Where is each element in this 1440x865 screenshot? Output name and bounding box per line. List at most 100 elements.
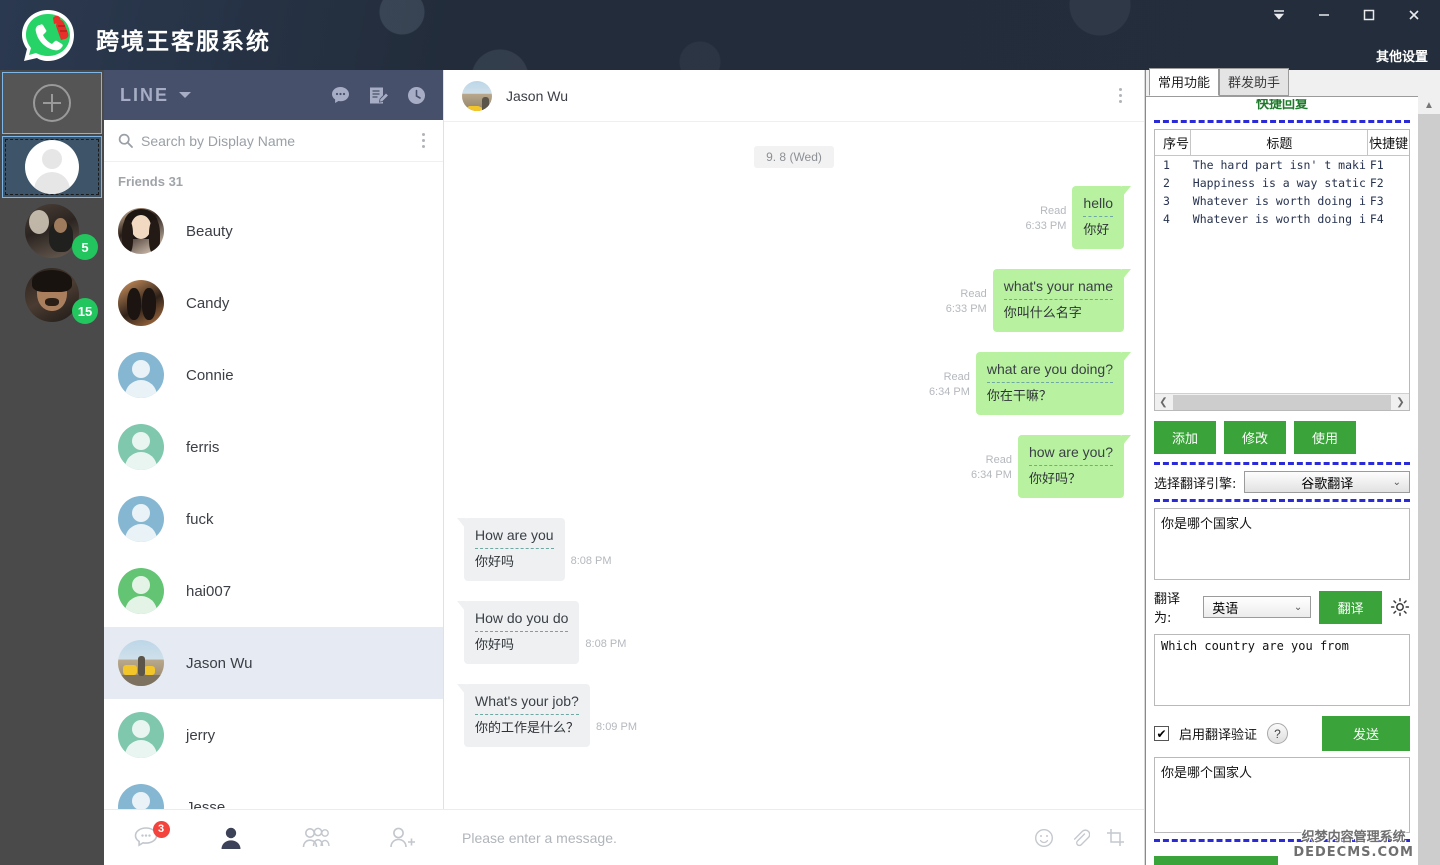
quick-reply-table-container[interactable]: 序号 标题 快捷键 1 The hard part isn' t maki F1… <box>1154 129 1410 411</box>
table-row[interactable]: 3 Whatever is worth doing i F3 <box>1155 192 1409 210</box>
back-translation-area[interactable] <box>1154 757 1410 833</box>
nav-add-friend[interactable] <box>388 825 416 851</box>
line-header: LINE <box>104 70 443 120</box>
translation-divider <box>475 714 580 715</box>
contact-list[interactable]: Beauty Candy Connie ferris fuck hai007 J… <box>104 195 443 840</box>
table-row[interactable]: 4 Whatever is worth doing i F4 <box>1155 210 1409 228</box>
message-bubble: What's your job? 你的工作是什么？ <box>456 684 591 747</box>
screenshot-icon[interactable] <box>1106 828 1126 848</box>
enable-verification-checkbox[interactable]: ✔ <box>1154 726 1169 741</box>
cell-title: Whatever is worth doing i <box>1192 194 1366 208</box>
rail-account-gucci[interactable]: 5 <box>2 200 102 262</box>
table-horizontal-scrollbar[interactable]: ❮ ❯ <box>1155 393 1409 410</box>
chat-panel: Jason Wu 9. 8 (Wed) Read 6:33 PM hello 你… <box>444 70 1145 865</box>
friends-count-label: Friends 31 <box>118 174 184 189</box>
cell-index: 2 <box>1163 176 1170 190</box>
close-button[interactable] <box>1391 3 1436 27</box>
watermark-line2: DEDECMS.COM <box>1293 845 1414 861</box>
list-item[interactable]: Candy <box>104 267 443 339</box>
translation-engine-select[interactable]: 谷歌翻译 ⌄ <box>1244 471 1410 493</box>
modify-button[interactable]: 修改 <box>1224 421 1286 454</box>
chat-icon[interactable] <box>329 84 351 106</box>
add-button[interactable]: 添加 <box>1154 421 1216 454</box>
table-row[interactable]: 2 Happiness is a way static F2 <box>1155 174 1409 192</box>
translate-to-label: 翻译为: <box>1154 592 1181 626</box>
paperclip-icon[interactable] <box>1070 828 1090 848</box>
send-button[interactable]: 发送 <box>1322 716 1410 751</box>
translation-engine-row: 选择翻译引擎: 谷歌翻译 ⌄ <box>1154 471 1410 493</box>
nav-chats[interactable]: 3 <box>133 820 170 851</box>
other-settings-link[interactable]: 其他设置 <box>1376 46 1428 65</box>
bottom-nav: 3 <box>104 809 444 865</box>
avatar <box>25 204 79 258</box>
more-options-icon[interactable] <box>418 129 429 152</box>
list-item[interactable]: jerry <box>104 699 443 771</box>
rail-account-blank[interactable] <box>2 136 102 198</box>
message-meta: 8:09 PM <box>596 684 637 735</box>
avatar <box>118 712 164 758</box>
translated-text-area[interactable] <box>1154 634 1410 706</box>
scroll-left-arrow[interactable]: ❮ <box>1155 397 1172 408</box>
list-item[interactable]: Connie <box>104 339 443 411</box>
rail-account-man[interactable]: 15 <box>2 264 102 326</box>
maximize-button[interactable] <box>1346 3 1391 27</box>
translate-chat-history-button[interactable]: 一键翻译聊天记录 <box>1154 856 1279 865</box>
message-text-zh: 你好吗 <box>475 555 515 570</box>
message-text-en: what are you doing? <box>986 361 1113 377</box>
help-icon[interactable]: ? <box>1267 723 1289 744</box>
message-time: 6:34 PM <box>928 386 970 398</box>
translate-button[interactable]: 翻译 <box>1319 590 1382 624</box>
tab-common-functions[interactable]: 常用功能 <box>1149 68 1220 96</box>
source-text-area[interactable] <box>1154 508 1410 580</box>
list-item[interactable]: hai007 <box>104 555 443 627</box>
list-item[interactable]: fuck <box>104 483 443 555</box>
chat-contact-name: Jason Wu <box>506 87 568 104</box>
message-bubble: what's your name 你叫什么名字 <box>992 269 1132 332</box>
message-input[interactable] <box>462 829 1034 846</box>
contact-name: Jason Wu <box>186 654 253 672</box>
translation-divider <box>475 548 554 549</box>
tools-panel: 常用功能 群发助手 ▲ 快捷回复 序号 标题 快捷键 1 The hard pa… <box>1145 68 1440 865</box>
scroll-thumb[interactable] <box>1173 394 1391 410</box>
scroll-up-arrow[interactable]: ▲ <box>1418 96 1440 114</box>
list-item[interactable]: ferris <box>104 411 443 483</box>
collapse-button[interactable] <box>1256 3 1301 27</box>
app-logo-icon <box>17 6 79 68</box>
search-row <box>104 120 443 162</box>
clock-icon[interactable] <box>405 84 427 106</box>
use-button[interactable]: 使用 <box>1294 421 1356 454</box>
nav-groups[interactable] <box>301 825 331 851</box>
scroll-right-arrow[interactable]: ❯ <box>1392 397 1409 408</box>
cell-shortcut: F3 <box>1369 194 1384 208</box>
cell-index: 1 <box>1163 158 1170 172</box>
chat-more-options-icon[interactable] <box>1115 84 1126 107</box>
minimize-button[interactable] <box>1301 3 1346 27</box>
target-language-select[interactable]: 英语 ⌄ <box>1203 596 1312 618</box>
message-input-bar <box>444 809 1144 865</box>
cell-index: 3 <box>1163 194 1170 208</box>
message-bubble: How are you 你好吗 <box>457 518 565 581</box>
add-account-button[interactable] <box>2 72 102 134</box>
nav-friends[interactable] <box>218 825 244 851</box>
quick-reply-title: 快捷回复 <box>1255 99 1308 112</box>
avatar <box>118 424 164 470</box>
chevron-down-icon: ⌄ <box>1392 476 1401 488</box>
list-item-selected[interactable]: Jason Wu <box>104 627 443 699</box>
quick-reply-actions: 添加 修改 使用 <box>1154 421 1410 454</box>
translation-divider <box>475 631 569 632</box>
emoji-icon[interactable] <box>1034 828 1054 848</box>
search-input[interactable] <box>141 132 418 149</box>
divider <box>1154 499 1410 502</box>
cell-title: The hard part isn' t maki <box>1192 158 1366 172</box>
panel-scrollbar[interactable]: ▲ <box>1417 96 1440 865</box>
divider <box>1154 462 1410 465</box>
header-index: 序号 <box>1155 130 1192 156</box>
compose-icon[interactable] <box>367 84 389 106</box>
table-row[interactable]: 1 The hard part isn' t maki F1 <box>1155 156 1409 175</box>
tab-broadcast-assistant[interactable]: 群发助手 <box>1219 68 1290 96</box>
chevron-down-icon[interactable] <box>179 92 192 98</box>
list-item[interactable]: Beauty <box>104 195 443 267</box>
gear-icon[interactable] <box>1390 597 1410 617</box>
message-time: 6:34 PM <box>970 469 1012 481</box>
message-bubble: hello 你好 <box>1072 186 1131 249</box>
